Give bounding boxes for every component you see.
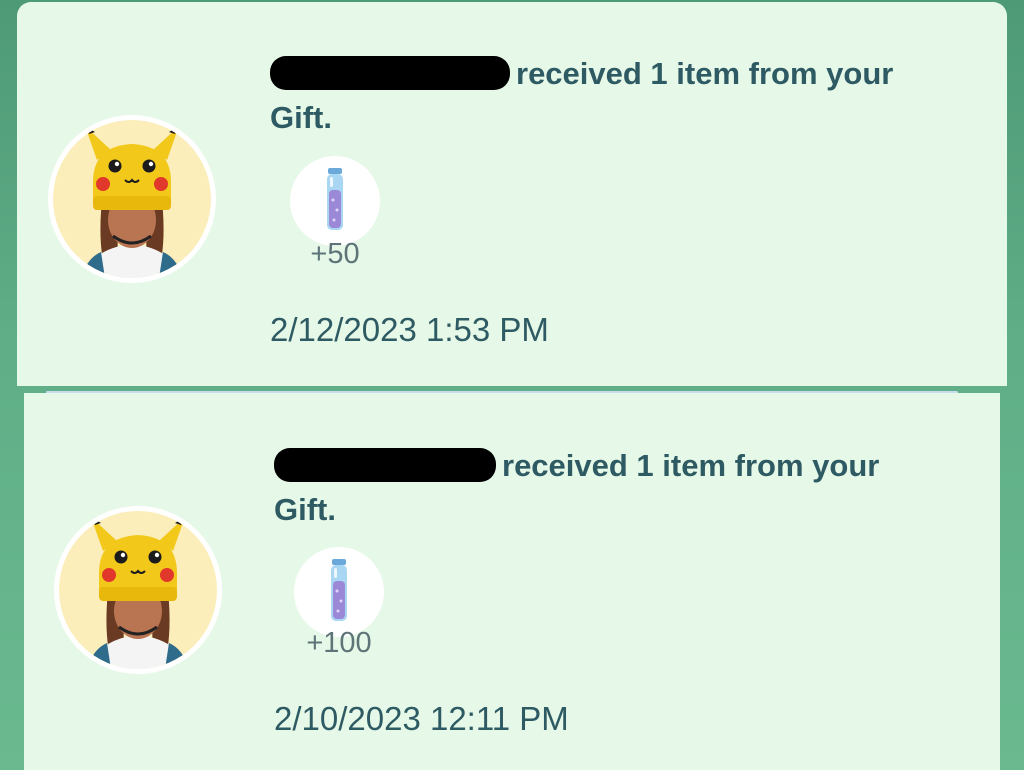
gift-notification-card[interactable]: received 1 item from your Gift. +50 2/12… [17, 2, 1007, 386]
pikachu-hat-avatar-icon [81, 126, 183, 278]
item-icon-container [294, 547, 384, 637]
item-icon-container [290, 156, 380, 246]
gift-message: received 1 item from your Gift. [270, 52, 910, 140]
trainer-avatar[interactable] [48, 115, 216, 283]
gift-notification-card[interactable]: received 1 item from your Gift. +100 2/1… [24, 393, 1000, 770]
item-quantity: +50 [310, 238, 360, 270]
stardust-vial-icon [331, 559, 347, 621]
trainer-avatar[interactable] [54, 506, 222, 674]
redacted-trainer-name [270, 56, 510, 90]
gift-timestamp: 2/12/2023 1:53 PM [270, 311, 549, 348]
item-quantity: +100 [306, 627, 372, 659]
gift-timestamp: 2/10/2023 12:11 PM [274, 700, 569, 737]
redacted-trainer-name [274, 448, 496, 482]
pikachu-hat-avatar-icon [87, 517, 189, 669]
gift-message: received 1 item from your Gift. [274, 444, 914, 532]
stardust-vial-icon [327, 168, 343, 230]
